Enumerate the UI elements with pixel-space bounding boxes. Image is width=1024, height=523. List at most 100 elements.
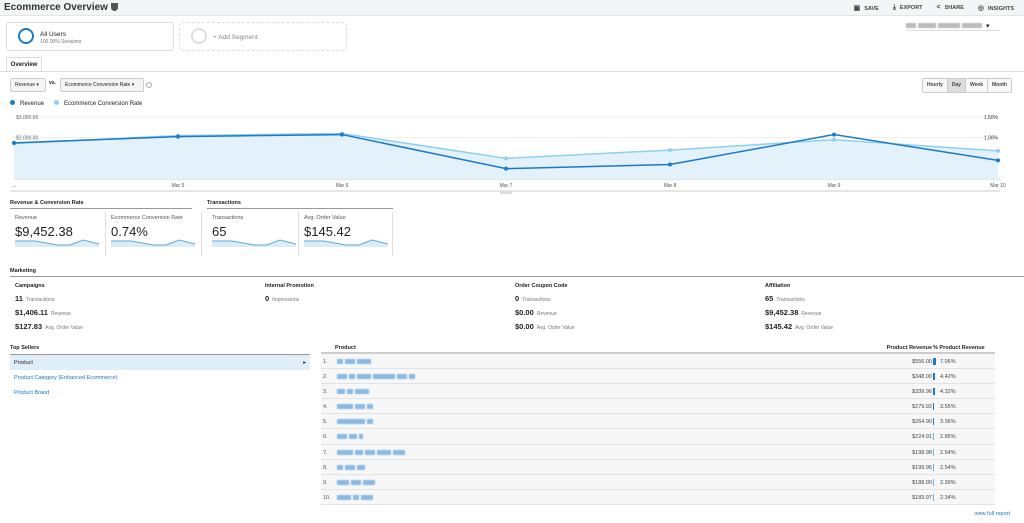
metric1-dropdown[interactable]: Revenue ▾ [10,78,46,92]
legend-conversion: Ecommerce Conversion Rate [54,100,142,107]
tab-overview[interactable]: Overview [6,57,42,72]
share-button[interactable]: < SHARE [937,4,964,12]
product-link[interactable] [337,374,417,381]
save-icon: ▣ [853,5,861,12]
pct-bar [933,448,934,456]
x-tick: Mar 6 [336,183,349,189]
help-icon[interactable] [146,82,152,88]
product-link[interactable] [337,464,367,472]
marketing-stat: $145.42 Avg. Order Value [765,322,834,331]
day-button[interactable]: Day [947,79,967,92]
table-row: 5. $264.90 3.36% [321,414,995,430]
chart-legend: Revenue Ecommerce Conversion Rate [10,100,142,107]
divider [0,71,1024,72]
x-tick: Mar 5 [172,183,185,189]
marketing-stat: 0 Transactions [515,294,551,303]
pct-bar [933,418,935,426]
products-table: Product Product Revenue % Product Revenu… [321,345,995,505]
product-link[interactable] [337,419,375,426]
hourly-button[interactable]: Hourly [922,79,948,92]
point-revenue[interactable] [176,134,180,139]
marketing-stat: 0 Impressions [265,294,300,303]
point-revenue[interactable] [340,132,344,137]
marketing-column: Affiliation 65 Transactions $9,452.38 Revenu… [765,283,834,331]
table-row: 9. $188.00 2.39% [321,474,995,490]
insights-button[interactable]: ◎ INSIGHTS [978,4,1014,12]
table-row: 8. $199.96 2.54% [321,459,995,475]
point-revenue[interactable] [12,140,16,145]
point-revenue[interactable] [504,166,508,171]
pct-bar [933,463,934,471]
chevron-right-icon: ▸ [303,360,306,366]
marketing-stat: $0.00 Avg. Order Value [515,322,575,331]
product-link[interactable] [337,479,377,487]
point-conversion[interactable] [504,156,508,161]
marketing-stat: $0.00 Revenue [515,308,557,317]
top-seller-brand[interactable]: Product Brand [10,385,310,400]
x-tick: Mar 7 [500,183,513,189]
x-tick: Mar 9 [828,183,841,189]
table-row: 2. $348.00 4.42% [321,369,995,385]
month-button[interactable]: Month [988,79,1011,92]
product-link[interactable] [337,449,407,457]
segment-ring-icon [18,28,34,44]
product-link[interactable] [337,359,373,366]
point-revenue[interactable] [668,162,672,167]
date-range-selector[interactable]: ▾ [906,22,1000,31]
top-seller-product[interactable]: Product ▸ [10,355,310,370]
pct-bar [933,478,934,486]
x-tick: Mar 10 [990,183,1006,189]
table-row: 7. $199.98 2.54% [321,444,995,460]
product-link[interactable] [337,389,371,396]
metric-card: Transactions 65 [207,212,299,256]
y-tick-right: 1.50% [984,115,999,121]
y-tick-right: 1.00% [984,136,999,142]
pct-bar [933,388,935,396]
save-button[interactable]: ▣ SAVE [854,4,879,12]
marketing-column: Order Coupon Code 0 Transactions $0.00 Reven… [515,283,575,331]
table-row: 4. $279.92 3.55% [321,399,995,415]
export-icon: ⤓ [892,4,896,11]
product-link[interactable] [337,494,375,502]
sparkline [304,239,388,247]
product-link[interactable] [337,434,365,441]
marketing-stat: $1,406.11 Revenue [15,308,71,317]
sparkline [111,239,195,247]
top-bar: Ecommerce Overview ▣ SAVE ⤓ EXPORT < SHARE … [0,0,1024,16]
export-button[interactable]: ⤓ EXPORT [893,4,923,12]
pct-bar [933,373,935,381]
table-row: 1. $556.00 7.06% [321,354,995,370]
granularity-toggle: Hourly Day Week Month [921,78,1012,93]
pct-bar [933,493,934,501]
y-tick-left: $3,000.00 [16,115,38,121]
y-tick-left: $2,000.00 [16,136,38,142]
share-icon: < [936,4,941,11]
week-button[interactable]: Week [966,79,988,92]
x-tick: Mar 8 [664,183,677,189]
vs-label: vs. [49,80,56,86]
marketing-stat: 11 Transactions [15,294,55,303]
marketing-column: Internal Promotion 0 Impressions [265,283,314,303]
point-conversion[interactable] [996,148,1000,153]
point-revenue[interactable] [832,132,836,137]
point-revenue[interactable] [996,158,1000,163]
table-row: 6. $224.91 2.85% [321,429,995,445]
point-conversion[interactable] [668,148,672,153]
view-full-report-link[interactable]: view full report [975,511,1010,517]
chart-scroll-handle[interactable] [500,191,512,194]
segment-all-users[interactable]: All Users 100.00% Sessions [6,22,174,51]
marketing-stat: 65 Transactions [765,294,805,303]
sparkline [15,239,99,247]
shield-icon [110,3,118,11]
line-chart: $3,000.00$2,000.00$1,000.001.50%1.00%0.5… [10,115,1006,194]
add-segment-button[interactable]: + Add Segment [179,22,347,51]
metric-card: Avg. Order Value $145.42 [299,212,393,256]
point-conversion[interactable] [832,137,836,142]
marketing-column: Campaigns 11 Transactions $1,406.11 Revenue $… [15,283,84,331]
product-link[interactable] [337,404,375,411]
top-sellers: Top Sellers Product ▸ Product Category (E… [10,345,310,400]
page-title: Ecommerce Overview [4,2,118,13]
metric2-dropdown[interactable]: Ecommerce Conversion Rate ▾ [60,78,144,92]
section-rev-conv: Revenue & Conversion Rate [10,200,192,209]
top-seller-category[interactable]: Product Category (Enhanced Ecommerce) [10,370,310,385]
